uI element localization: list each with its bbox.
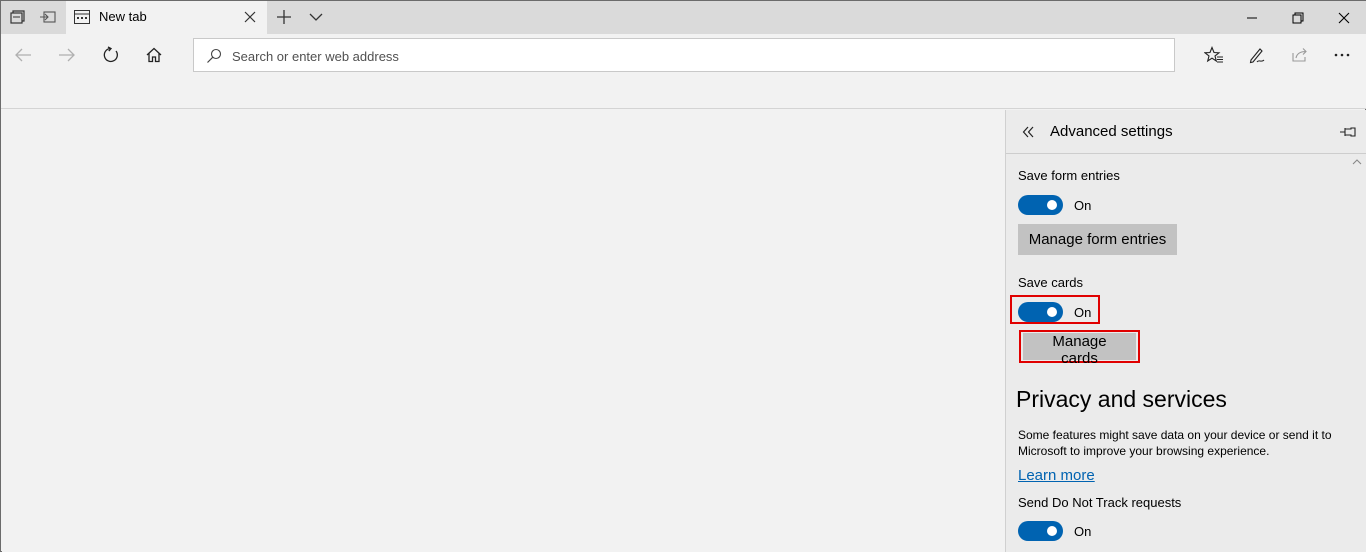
search-icon xyxy=(207,48,222,63)
tabs-aside-icon[interactable] xyxy=(7,7,27,27)
save-form-entries-state: On xyxy=(1074,198,1092,213)
restore-icon xyxy=(1292,12,1304,23)
advanced-settings-panel: Advanced settings Save form entries On M… xyxy=(1005,110,1366,552)
learn-more-link[interactable]: Learn more xyxy=(1018,467,1095,484)
share-button[interactable] xyxy=(1289,44,1311,66)
refresh-icon xyxy=(103,46,118,63)
save-form-entries-label: Save form entries xyxy=(1018,168,1120,183)
privacy-description: Some features might save data on your de… xyxy=(1018,428,1332,458)
new-tab-icon[interactable] xyxy=(275,8,293,26)
do-not-track-toggle[interactable] xyxy=(1018,521,1063,541)
title-bar: New tab xyxy=(1,1,1366,34)
window-close-button[interactable] xyxy=(1321,1,1366,34)
forward-button[interactable] xyxy=(56,44,78,66)
favorites-bar xyxy=(1,77,1366,109)
back-icon xyxy=(15,48,31,62)
forward-icon xyxy=(59,48,75,62)
more-button[interactable] xyxy=(1331,44,1353,66)
favorites-icon xyxy=(1204,46,1223,63)
manage-form-entries-button[interactable]: Manage form entries xyxy=(1018,224,1177,255)
minimize-button[interactable] xyxy=(1229,1,1275,34)
restore-button[interactable] xyxy=(1275,1,1321,34)
share-icon xyxy=(1292,48,1307,62)
notes-button[interactable] xyxy=(1246,44,1268,66)
panel-title: Advanced settings xyxy=(1050,123,1173,140)
navigation-bar xyxy=(1,34,1366,77)
chevron-down-icon[interactable] xyxy=(308,10,324,24)
save-cards-state: On xyxy=(1074,305,1092,320)
toggle-knob xyxy=(1047,526,1057,536)
home-button[interactable] xyxy=(143,44,165,66)
do-not-track-label: Send Do Not Track requests xyxy=(1018,495,1182,510)
tab-title: New tab xyxy=(99,9,147,24)
tab-new-tab[interactable]: New tab xyxy=(66,1,267,34)
address-input[interactable] xyxy=(232,47,1132,65)
address-bar[interactable] xyxy=(193,38,1175,72)
window-close-icon xyxy=(1338,12,1350,23)
pin-icon[interactable] xyxy=(1339,123,1357,141)
back-button[interactable] xyxy=(12,44,34,66)
notes-icon xyxy=(1249,48,1265,64)
close-icon[interactable] xyxy=(243,10,257,24)
more-icon xyxy=(1334,53,1350,57)
toggle-knob xyxy=(1047,200,1057,210)
scroll-up-icon[interactable] xyxy=(1351,157,1363,167)
save-cards-label: Save cards xyxy=(1018,275,1084,290)
favorites-button[interactable] xyxy=(1203,44,1225,66)
refresh-button[interactable] xyxy=(100,44,122,66)
page-content[interactable] xyxy=(2,110,1005,552)
save-cards-toggle[interactable] xyxy=(1018,302,1063,322)
home-icon xyxy=(146,47,162,63)
tab-favicon-icon xyxy=(74,10,90,24)
double-chevron-left-icon[interactable] xyxy=(1020,123,1038,141)
toggle-knob xyxy=(1047,307,1057,317)
set-aside-tabs-icon[interactable] xyxy=(38,7,58,27)
privacy-section-heading: Privacy and services xyxy=(1016,386,1227,412)
manage-cards-button[interactable]: Manage cards xyxy=(1023,333,1136,367)
save-form-entries-toggle[interactable] xyxy=(1018,195,1063,215)
minimize-icon xyxy=(1247,17,1257,18)
browser-window: New tab Search or enter web address Adva… xyxy=(0,0,1366,552)
do-not-track-state: On xyxy=(1074,524,1092,539)
panel-header: Advanced settings xyxy=(1006,110,1366,154)
